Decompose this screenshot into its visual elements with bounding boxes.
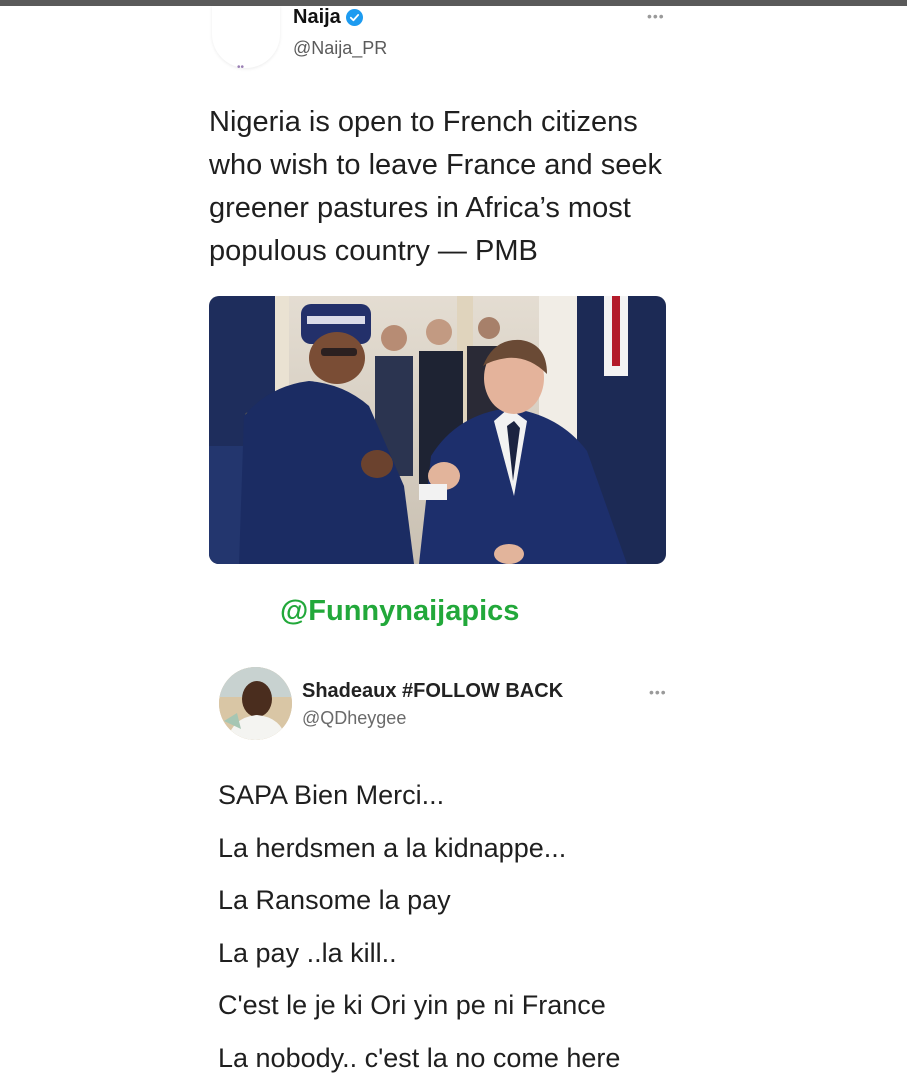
tweet1-author-name[interactable]: Naija: [293, 6, 363, 29]
naija-avatar[interactable]: [212, 6, 280, 68]
tweet2-line: La Ransome la pay: [218, 880, 878, 933]
top-edge-bar: [0, 0, 907, 6]
tweet2-text: SAPA Bien Merci... La herdsmen a la kidn…: [218, 775, 878, 1090]
tweet1-author-handle[interactable]: @Naija_PR: [293, 38, 387, 59]
tweet2-line: La nobody.. c'est la no come here: [218, 1038, 878, 1090]
tweet2-line: La pay ..la kill..: [218, 933, 878, 986]
avatar-decoration: ••: [237, 63, 244, 73]
funnynaijapics-watermark: @Funnynaijapics: [280, 595, 519, 628]
tweet1-text: Nigeria is open to French citizens who w…: [209, 101, 679, 273]
tweet2-line: La herdsmen a la kidnappe...: [218, 828, 878, 881]
more-options-icon[interactable]: •••: [649, 684, 667, 700]
verified-badge-icon: [346, 9, 363, 26]
tweet2-author-name[interactable]: Shadeaux #FOLLOW BACK: [302, 680, 563, 703]
shadeaux-avatar[interactable]: [219, 667, 292, 740]
tweet1-photo-illustration: [209, 296, 666, 564]
more-options-icon[interactable]: •••: [647, 8, 665, 24]
tweet1-photo[interactable]: [209, 296, 666, 564]
tweet2-author-handle[interactable]: @QDheygee: [302, 708, 406, 729]
tweet1-author-name-text: Naija: [293, 6, 341, 29]
tweet2-line: C'est le je ki Ori yin pe ni France: [218, 985, 878, 1038]
avatar-illustration: [219, 667, 292, 740]
tweet2-line: SAPA Bien Merci...: [218, 775, 878, 828]
